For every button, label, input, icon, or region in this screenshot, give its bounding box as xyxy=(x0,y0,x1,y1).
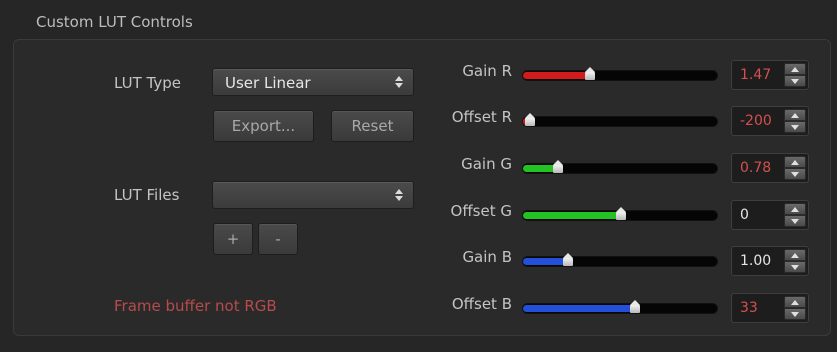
spin-arrows xyxy=(784,203,806,227)
slider-track[interactable] xyxy=(522,113,718,128)
slider-track[interactable] xyxy=(522,300,718,315)
slider-fill xyxy=(523,305,635,312)
value-spinbox[interactable]: 1.47 xyxy=(731,60,809,90)
add-lut-button[interactable]: + xyxy=(213,223,253,255)
slider-label: Offset R xyxy=(451,108,512,126)
slider-handle[interactable] xyxy=(561,253,575,268)
lut-type-value: User Linear xyxy=(225,74,311,92)
decrement-arrow-icon[interactable] xyxy=(784,168,806,180)
slider-track[interactable] xyxy=(522,207,718,222)
increment-arrow-icon[interactable] xyxy=(784,296,806,308)
slider-track[interactable] xyxy=(522,160,718,175)
spinbox-value: 1.00 xyxy=(740,253,772,269)
increment-arrow-icon[interactable] xyxy=(784,109,806,121)
decrement-arrow-icon[interactable] xyxy=(784,75,806,87)
decrement-arrow-icon[interactable] xyxy=(784,261,806,273)
slider-fill xyxy=(523,72,590,79)
slider-handle[interactable] xyxy=(583,67,597,82)
slider-label: Gain R xyxy=(462,62,512,80)
value-spinbox[interactable]: -200 xyxy=(731,106,809,136)
decrement-arrow-icon[interactable] xyxy=(784,215,806,227)
slider-label: Gain B xyxy=(462,248,512,266)
lut-type-select[interactable]: User Linear xyxy=(212,68,414,96)
spinbox-value: 0.78 xyxy=(740,160,772,176)
decrement-arrow-icon[interactable] xyxy=(784,121,806,133)
increment-arrow-icon[interactable] xyxy=(784,156,806,168)
increment-arrow-icon[interactable] xyxy=(784,63,806,75)
spinbox-value: 0 xyxy=(740,207,749,223)
spinbox-value: -200 xyxy=(740,113,772,129)
spin-arrows xyxy=(784,63,806,87)
increment-arrow-icon[interactable] xyxy=(784,203,806,215)
increment-arrow-icon[interactable] xyxy=(784,249,806,261)
export-button[interactable]: Export... xyxy=(213,110,314,142)
value-spinbox[interactable]: 0 xyxy=(731,200,809,230)
reset-button[interactable]: Reset xyxy=(331,110,414,142)
remove-lut-button[interactable]: - xyxy=(258,223,298,255)
status-message: Frame buffer not RGB xyxy=(114,297,277,315)
spinbox-value: 33 xyxy=(740,300,758,316)
spin-arrows xyxy=(784,296,806,320)
spin-arrows xyxy=(784,109,806,133)
slider-label: Offset B xyxy=(451,295,512,313)
value-spinbox[interactable]: 33 xyxy=(731,293,809,323)
slider-handle[interactable] xyxy=(551,160,565,175)
slider-fill xyxy=(523,212,621,219)
slider-handle[interactable] xyxy=(628,300,642,315)
spin-arrows xyxy=(784,249,806,273)
updown-arrows-icon xyxy=(394,188,404,202)
lut-files-select[interactable] xyxy=(212,181,414,209)
slider-label: Gain G xyxy=(461,155,512,173)
slider-handle[interactable] xyxy=(614,207,628,222)
decrement-arrow-icon[interactable] xyxy=(784,308,806,320)
slider-label: Offset G xyxy=(450,202,512,220)
lut-files-label: LUT Files xyxy=(114,186,180,204)
slider-track[interactable] xyxy=(522,67,718,82)
value-spinbox[interactable]: 1.00 xyxy=(731,246,809,276)
value-spinbox[interactable]: 0.78 xyxy=(731,153,809,183)
slider-track[interactable] xyxy=(522,253,718,268)
lut-type-label: LUT Type xyxy=(114,74,181,92)
spin-arrows xyxy=(784,156,806,180)
updown-arrows-icon xyxy=(394,75,404,89)
spinbox-value: 1.47 xyxy=(740,67,772,83)
panel-title: Custom LUT Controls xyxy=(36,13,193,31)
slider-handle[interactable] xyxy=(523,113,537,128)
